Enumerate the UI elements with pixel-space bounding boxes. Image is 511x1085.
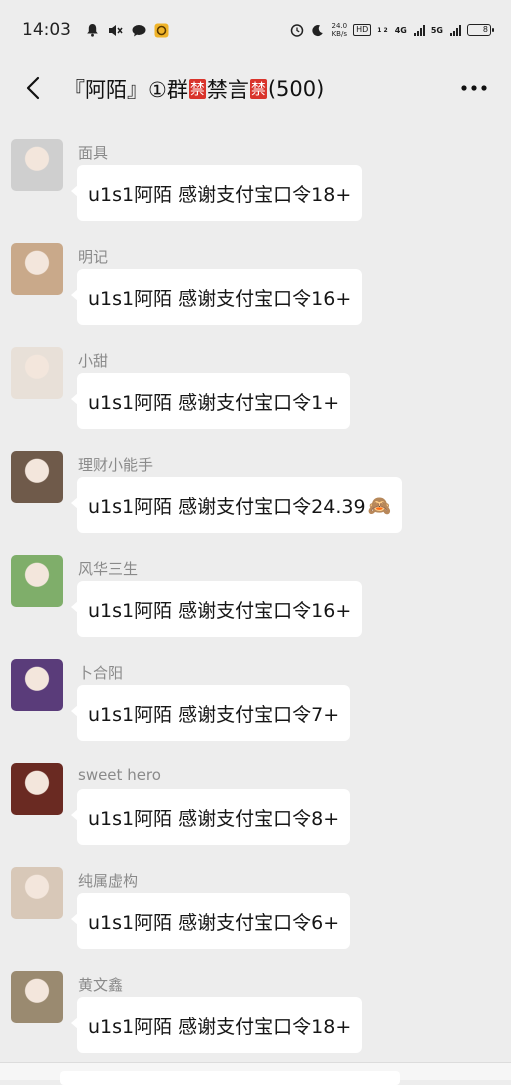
sender-name: 卜合阳 <box>78 664 124 682</box>
title-mute-text: 禁言 <box>206 78 249 102</box>
net-5g-label: 5G <box>430 25 443 35</box>
title-group-name: 『阿陌』①群 <box>64 78 188 102</box>
message-text: u1s1阿陌 感谢支付宝口令6+ <box>88 911 340 934</box>
status-time: 14:03 <box>22 20 71 40</box>
message-bubble[interactable]: u1s1阿陌 感谢支付宝口令6+ <box>70 893 351 949</box>
message-bubble[interactable]: u1s1阿陌 感谢支付宝口令18+ <box>70 997 363 1053</box>
avatar[interactable] <box>11 555 63 607</box>
status-bar: 14:03 24.0 KB/s HD 1 2 4G 5G 8 <box>0 0 511 60</box>
avatar[interactable] <box>11 659 63 711</box>
sender-name: 黄文鑫 <box>78 976 124 994</box>
status-left: 14:03 <box>22 20 169 40</box>
message-bubble[interactable]: u1s1阿陌 感谢支付宝口令18+ <box>70 165 363 221</box>
net-4g-label: 4G <box>394 25 407 35</box>
sender-name: 明记 <box>78 248 109 266</box>
message-bubble[interactable]: u1s1阿陌 感谢支付宝口令1+ <box>70 373 351 429</box>
sender-name: 小甜 <box>78 352 109 370</box>
mute-speaker-icon <box>108 23 123 38</box>
avatar[interactable] <box>11 867 63 919</box>
avatar[interactable] <box>11 347 63 399</box>
message-text: u1s1阿陌 感谢支付宝口令24.39 <box>88 495 366 518</box>
avatar[interactable] <box>11 451 63 503</box>
battery-icon: 8 <box>467 24 494 36</box>
avatar[interactable] <box>11 139 63 191</box>
net-speed-value: 24.0 <box>331 22 348 30</box>
message-item: 小甜 u1s1阿陌 感谢支付宝口令1+ <box>0 338 511 442</box>
message-item: 面具 u1s1阿陌 感谢支付宝口令18+ <box>0 130 511 234</box>
monkey-emoji: 🙈 <box>367 494 392 517</box>
status-right: 24.0 KB/s HD 1 2 4G 5G 8 <box>289 22 494 38</box>
message-bubble[interactable]: u1s1阿陌 感谢支付宝口令7+ <box>70 685 351 741</box>
message-text: u1s1阿陌 感谢支付宝口令7+ <box>88 703 340 726</box>
notification-bell-icon <box>85 23 100 38</box>
alarm-clock-icon <box>289 23 304 38</box>
message-item: 黄文鑫 u1s1阿陌 感谢支付宝口令18+ <box>0 962 511 1066</box>
avatar[interactable] <box>11 971 63 1023</box>
more-dots-icon <box>461 85 487 91</box>
message-bubble[interactable]: u1s1阿陌 感谢支付宝口令16+ <box>70 581 363 637</box>
net-speed: 24.0 KB/s <box>331 22 347 38</box>
sender-name: 理财小能手 <box>78 456 154 474</box>
avatar[interactable] <box>11 763 63 815</box>
message-bubble[interactable]: u1s1阿陌 感谢支付宝口令8+ <box>70 789 351 845</box>
message-item: 风华三生 u1s1阿陌 感谢支付宝口令16+ <box>0 546 511 650</box>
message-item: 理财小能手 u1s1阿陌 感谢支付宝口令24.39 🙈 <box>0 442 511 546</box>
message-bubble[interactable]: u1s1阿陌 感谢支付宝口令16+ <box>70 269 363 325</box>
sender-name: sweet hero <box>78 766 161 784</box>
message-bubble[interactable]: u1s1阿陌 感谢支付宝口令24.39 🙈 <box>70 477 403 533</box>
sender-name: 纯属虚构 <box>78 872 139 890</box>
chat-bubble-icon <box>131 23 146 38</box>
input-bar <box>0 1062 511 1085</box>
message-text: u1s1阿陌 感谢支付宝口令18+ <box>88 183 352 206</box>
chat-title: 『阿陌』①群 禁 禁言 禁 (500) <box>64 74 324 104</box>
net-speed-unit: KB/s <box>331 30 347 38</box>
message-item: 卜合阳 u1s1阿陌 感谢支付宝口令7+ <box>0 650 511 754</box>
message-text: u1s1阿陌 感谢支付宝口令8+ <box>88 807 340 830</box>
hd-badge: HD <box>353 24 372 36</box>
message-text: u1s1阿陌 感谢支付宝口令16+ <box>88 287 352 310</box>
message-item: 纯属虚构 u1s1阿陌 感谢支付宝口令6+ <box>0 858 511 962</box>
battery-level: 8 <box>482 25 488 34</box>
ban-badge-1: 禁 <box>188 79 206 99</box>
message-text: u1s1阿陌 感谢支付宝口令1+ <box>88 391 340 414</box>
signal-5g-icon <box>450 24 461 36</box>
more-options-button[interactable] <box>459 76 489 100</box>
chevron-left-icon <box>26 76 40 100</box>
message-item: 明记 u1s1阿陌 感谢支付宝口令16+ <box>0 234 511 338</box>
title-member-count: (500) <box>267 77 325 101</box>
moon-icon <box>310 23 325 38</box>
sender-name: 面具 <box>78 144 109 162</box>
back-button[interactable] <box>20 73 46 103</box>
sender-name: 风华三生 <box>78 560 139 578</box>
message-input[interactable] <box>60 1071 400 1085</box>
avatar[interactable] <box>11 243 63 295</box>
ban-badge-2: 禁 <box>249 79 267 99</box>
chat-title-bar: 『阿陌』①群 禁 禁言 禁 (500) <box>0 60 511 116</box>
signal-4g-icon <box>413 24 425 36</box>
hd-sub-label: 1 2 <box>377 26 388 34</box>
message-text: u1s1阿陌 感谢支付宝口令18+ <box>88 1015 352 1038</box>
message-item: sweet hero u1s1阿陌 感谢支付宝口令8+ <box>0 754 511 858</box>
app-badge-icon <box>154 23 169 38</box>
message-text: u1s1阿陌 感谢支付宝口令16+ <box>88 599 352 622</box>
